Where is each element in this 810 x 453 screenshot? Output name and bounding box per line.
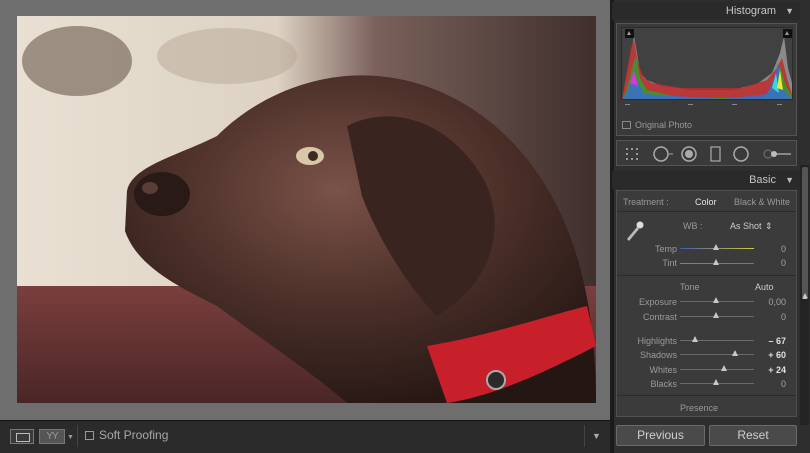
dog-image — [17, 16, 596, 403]
shadows-value[interactable]: + 60 — [756, 350, 786, 360]
adjustment-brush-icon[interactable] — [763, 146, 793, 162]
highlights-value[interactable]: – 67 — [756, 336, 786, 346]
photo-dog — [17, 16, 596, 403]
tint-slider-thumb[interactable] — [713, 259, 719, 265]
shadows-slider-thumb[interactable] — [732, 350, 738, 356]
whites-value[interactable]: + 24 — [756, 365, 786, 375]
tool-strip — [616, 140, 797, 166]
loupe-view-button[interactable] — [10, 429, 34, 444]
treatment-label: Treatment : — [623, 197, 669, 207]
soft-proofing-label: Soft Proofing — [99, 428, 169, 442]
temp-slider-thumb[interactable] — [713, 244, 719, 250]
histogram-graph[interactable] — [621, 27, 793, 100]
contrast-value[interactable]: 0 — [756, 312, 786, 322]
shadows-track[interactable] — [680, 354, 754, 355]
previous-button[interactable]: Previous — [616, 425, 705, 446]
toolbar-menu-icon[interactable]: ▼ — [592, 431, 601, 441]
wb-dropdown-arrows-icon[interactable]: ⇕ — [765, 221, 773, 232]
shadow-clipping-icon[interactable] — [625, 29, 634, 38]
original-photo-checkbox[interactable] — [622, 121, 631, 129]
panel-scrollbar[interactable] — [800, 165, 809, 425]
whites-slider-thumb[interactable] — [721, 365, 727, 371]
presence-label: Presence — [680, 403, 719, 413]
blacks-value[interactable]: 0 — [756, 379, 786, 389]
blacks-slider-thumb[interactable] — [713, 379, 719, 385]
tone-label: Tone — [680, 282, 700, 292]
radial-filter-icon[interactable] — [733, 146, 751, 162]
shadows-label: Shadows — [639, 350, 677, 360]
white-balance-selector-icon[interactable] — [625, 219, 645, 241]
scrollbar-thumb[interactable] — [802, 167, 808, 299]
exposure-value[interactable]: 0,00 — [756, 297, 786, 307]
histogram-title: Histogram — [725, 5, 776, 17]
reset-button[interactable]: Reset — [709, 425, 797, 446]
blacks-label: Blacks — [650, 379, 677, 389]
basic-title: Basic — [749, 174, 776, 186]
basic-panel: Treatment : Color Black & White WB : As … — [616, 190, 797, 417]
toolbar-divider — [77, 425, 78, 447]
exposure-slider-thumb[interactable] — [713, 297, 719, 303]
contrast-slider-thumb[interactable] — [713, 312, 719, 318]
tint-value[interactable]: 0 — [756, 258, 786, 268]
highlights-slider-thumb[interactable] — [692, 336, 698, 342]
graduated-filter-icon[interactable] — [709, 146, 723, 162]
highlights-label: Highlights — [637, 336, 677, 346]
photo-viewer — [0, 0, 610, 420]
compare-view-button[interactable]: YY — [39, 429, 65, 444]
auto-tone-button[interactable]: Auto — [755, 282, 774, 292]
divider — [617, 395, 796, 396]
treatment-color-option[interactable]: Color — [695, 197, 717, 207]
basic-header[interactable]: Basic ▼ — [612, 171, 800, 189]
divider — [617, 275, 796, 276]
contrast-label: Contrast — [642, 312, 677, 322]
highlight-clipping-icon[interactable] — [783, 29, 792, 38]
temp-value[interactable]: 0 — [756, 244, 786, 254]
wb-dropdown[interactable]: As Shot — [730, 221, 762, 231]
compare-caret-icon[interactable]: ▼ — [67, 434, 74, 441]
collapse-basic-icon[interactable]: ▼ — [785, 175, 794, 185]
treatment-bw-option[interactable]: Black & White — [734, 197, 790, 207]
tint-label: Tint — [662, 258, 677, 268]
exposure-label: Exposure — [638, 297, 677, 307]
temp-label: Temp — [654, 244, 677, 254]
histogram-curves — [622, 36, 792, 99]
whites-label: Whites — [649, 365, 677, 375]
original-photo-label: Original Photo — [635, 120, 693, 130]
spot-removal-icon[interactable] — [652, 146, 674, 162]
collapse-histogram-icon[interactable]: ▼ — [785, 6, 794, 16]
wb-label: WB : — [683, 221, 703, 231]
histogram-header[interactable]: Histogram ▼ — [612, 2, 800, 20]
toolbar-divider — [584, 425, 585, 447]
crop-overlay-icon[interactable] — [625, 146, 643, 162]
whites-track[interactable] — [680, 369, 754, 370]
histogram-panel: Original Photo — [616, 23, 797, 136]
divider — [617, 211, 796, 212]
red-eye-icon[interactable] — [681, 146, 699, 162]
soft-proofing-checkbox[interactable] — [85, 431, 94, 440]
